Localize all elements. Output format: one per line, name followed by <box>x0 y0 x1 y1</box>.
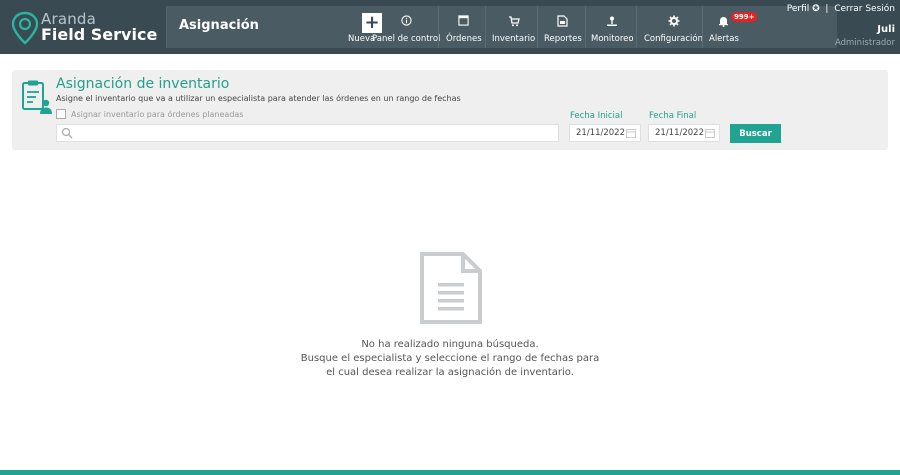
cart-icon <box>508 15 520 29</box>
start-date-label: Fecha Inicial <box>570 111 623 121</box>
window-icon <box>458 15 469 29</box>
nav-label-monitoreo: Monitoreo <box>591 34 634 44</box>
user-figure-icon: ✪ <box>812 4 820 14</box>
nav-label-configuracion: Configuración <box>644 34 703 44</box>
specialist-search-input[interactable] <box>56 124 559 142</box>
nav-label-panel-de-control: Panel de control <box>372 34 441 44</box>
nav-label-alertas: Alertas <box>709 34 739 44</box>
planned-orders-checkbox[interactable] <box>56 109 66 119</box>
search-panel: Asignación de inventario Asigne el inven… <box>12 70 888 150</box>
header-link-separator: | <box>825 4 829 14</box>
page-section-title: Asignación <box>179 18 259 33</box>
empty-state-line-2: Busque el especialista y seleccione el r… <box>300 353 600 364</box>
logout-link[interactable]: Cerrar Sesión <box>834 4 895 14</box>
calendar-icon[interactable] <box>705 128 715 138</box>
nav-label-reportes: Reportes <box>544 34 582 44</box>
page-title: Asignación de inventario <box>56 76 230 92</box>
clipboard-users-icon <box>22 80 52 114</box>
nav-item-reportes[interactable]: Reportes <box>544 6 582 48</box>
gear-icon <box>668 15 680 29</box>
profile-link[interactable]: Perfil <box>787 4 810 14</box>
empty-state-line-3: el cual desea realizar la asignación de … <box>326 367 574 378</box>
nav-item-ordenes[interactable]: Órdenes <box>446 6 482 48</box>
planned-orders-checkbox-label: Asignar inventario para órdenes planeada… <box>71 109 244 119</box>
header-section: Asignación + Nueva + Panel de control Ór… <box>167 6 837 48</box>
user-area: Perfil ✪ | Cerrar Sesión Juli Administra… <box>787 4 895 48</box>
search-icon <box>61 127 73 139</box>
nav-item-monitoreo[interactable]: Monitoreo <box>591 6 634 48</box>
end-date-value: 21/11/2022 <box>655 128 704 138</box>
end-date-field[interactable]: 21/11/2022 <box>648 124 720 142</box>
info-circle-icon <box>401 15 412 29</box>
nav-item-panel-de-control[interactable]: Panel de control <box>372 6 440 48</box>
search-button[interactable]: Buscar <box>730 124 781 143</box>
nav-item-configuracion[interactable]: Configuración <box>644 6 703 48</box>
user-name: Juli <box>877 24 895 35</box>
nav-item-inventario[interactable]: Inventario <box>492 6 535 48</box>
start-date-field[interactable]: 21/11/2022 <box>569 124 641 142</box>
start-date-value: 21/11/2022 <box>576 128 625 138</box>
page-subtitle: Asigne el inventario que va a utilizar u… <box>56 94 461 103</box>
map-pin-icon <box>606 15 618 29</box>
end-date-label: Fecha Final <box>649 111 697 121</box>
user-role: Administrador <box>834 38 895 48</box>
empty-state-line-1: No ha realizado ninguna búsqueda. <box>361 339 539 350</box>
calendar-icon[interactable] <box>626 128 636 138</box>
app-logo[interactable]: Aranda Field Service <box>11 7 161 47</box>
location-pin-logo-icon <box>11 11 39 45</box>
nav-label-ordenes: Órdenes <box>446 34 482 44</box>
empty-document-icon <box>420 252 482 324</box>
empty-state-message: No ha realizado ninguna búsqueda. Busque… <box>250 338 650 380</box>
report-icon <box>557 15 569 29</box>
bell-icon <box>718 15 729 29</box>
bottom-accent-bar <box>0 470 900 475</box>
top-navigation-bar: Aranda Field Service Asignación + Nueva … <box>0 0 900 54</box>
logo-text-bottom: Field Service <box>41 25 158 44</box>
alerts-count-badge: 999+ <box>731 12 758 22</box>
nav-label-inventario: Inventario <box>492 34 536 44</box>
planned-orders-checkbox-row[interactable]: Asignar inventario para órdenes planeada… <box>56 109 243 119</box>
